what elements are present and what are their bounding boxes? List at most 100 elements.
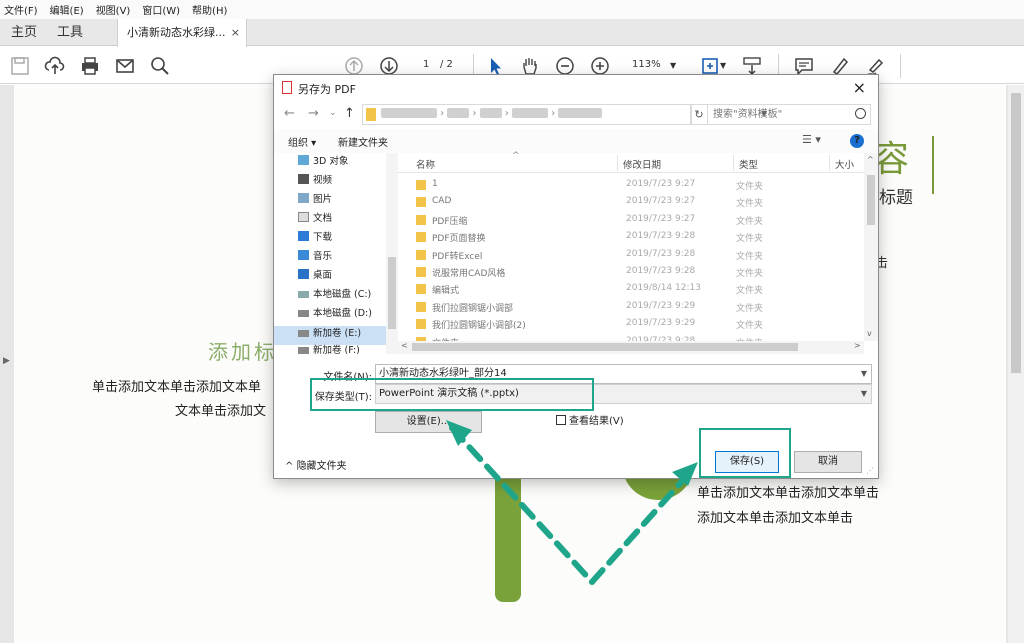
menu-file[interactable]: 文件(F)	[4, 2, 38, 17]
nav-item-videos[interactable]: 视频	[298, 172, 332, 190]
print-icon[interactable]	[79, 55, 101, 77]
sort-up-chevron-icon: ^	[512, 151, 520, 161]
filename-dropdown-icon[interactable]: ▼	[861, 365, 867, 383]
save-icon[interactable]	[9, 55, 31, 77]
command-bar: 组织 ▾ 新建文件夹 ☰ ▾ ?	[274, 129, 878, 153]
organize-button[interactable]: 组织 ▾	[288, 134, 316, 149]
column-name[interactable]: 名称	[416, 157, 435, 171]
file-name: 说服常用CAD风格	[432, 269, 506, 279]
column-date[interactable]: 修改日期	[623, 157, 661, 171]
document-scrollbar[interactable]	[1008, 85, 1024, 643]
settings-button[interactable]: 设置(E)...	[375, 411, 482, 433]
nav-item-music[interactable]: 音乐	[298, 248, 332, 266]
menu-bar: 文件(F) 编辑(E) 视图(V) 窗口(W) 帮助(H)	[0, 0, 1024, 19]
file-scrollbar[interactable]: ^ v	[864, 153, 878, 341]
fit-dropdown-chevron-icon[interactable]: ▼	[720, 61, 726, 70]
recent-chevron-icon[interactable]: ⌄	[329, 108, 337, 118]
nav-scrollbar[interactable]	[386, 153, 398, 354]
menu-help[interactable]: 帮助(H)	[192, 2, 227, 17]
file-row[interactable]: 编辑式 2019/8/14 12:13 文件夹	[416, 281, 856, 298]
folder-icon	[416, 301, 426, 312]
page-current[interactable]: 1	[423, 59, 429, 70]
nav-item-drive-f[interactable]: 新加卷 (F:)	[298, 344, 360, 354]
nav-item-3d-objects[interactable]: 3D 对象	[298, 153, 348, 171]
help-icon[interactable]: ?	[850, 134, 864, 148]
up-arrow-icon[interactable]: ↑	[344, 106, 355, 121]
nav-item-pictures[interactable]: 图片	[298, 191, 332, 209]
menu-view[interactable]: 视图(V)	[96, 2, 131, 17]
nav-item-documents[interactable]: 文档	[298, 210, 332, 228]
file-row[interactable]: CAD 2019/7/23 9:27 文件夹	[416, 194, 856, 211]
nav-item-drive-e[interactable]: 新加卷 (E:)	[298, 325, 361, 343]
file-date: 2019/8/14 12:13	[626, 283, 701, 294]
file-date: 2019/7/23 9:28	[626, 248, 696, 259]
column-type[interactable]: 类型	[739, 157, 758, 171]
tab-home[interactable]: 主页	[11, 19, 37, 46]
tab-document[interactable]: 小清新动态水彩绿... ×	[117, 19, 247, 47]
file-row[interactable]: 我们拉圆钢锯小调部(2) 2019/7/23 9:29 文件夹	[416, 316, 856, 333]
view-options-icon[interactable]: ☰ ▾	[802, 133, 821, 146]
view-results-label[interactable]: 查看结果(V)	[569, 412, 624, 427]
menu-edit[interactable]: 编辑(E)	[50, 2, 84, 17]
folder-icon	[416, 180, 426, 190]
search-icon[interactable]	[149, 55, 171, 77]
file-type: 文件夹	[736, 303, 764, 314]
tab-tools[interactable]: 工具	[57, 19, 83, 46]
hide-folders-toggle[interactable]: ^ 隐藏文件夹	[285, 457, 347, 472]
forward-arrow-icon[interactable]: →	[308, 106, 319, 121]
save-highlight-box	[699, 428, 791, 478]
new-folder-button[interactable]: 新建文件夹	[338, 134, 388, 149]
file-row[interactable]: 1 2019/7/23 9:27 文件夹	[416, 177, 856, 194]
address-bar[interactable]: › › › › ▼	[362, 104, 767, 125]
filetype-dropdown-icon[interactable]: ▼	[861, 385, 867, 403]
file-name: 我们拉圆钢锯小调部(2)	[432, 321, 526, 332]
upload-cloud-icon[interactable]	[44, 55, 66, 77]
file-date: 2019/7/23 9:28	[626, 266, 696, 276]
file-hscrollbar[interactable]: < >	[398, 341, 864, 354]
file-list-pane: 名称 ^ 修改日期 类型 大小 1 2019/7/23 9:27 文件夹 CAD 201…	[398, 151, 878, 354]
nav-item-drive-d[interactable]: 本地磁盘 (D:)	[298, 305, 372, 323]
cancel-button[interactable]: 取消	[794, 451, 862, 473]
slide-title-left: 添加标	[208, 340, 277, 364]
mail-icon[interactable]	[114, 55, 136, 77]
nav-item-downloads[interactable]: 下载	[298, 229, 332, 247]
file-row[interactable]: PDF压缩 2019/7/23 9:27 文件夹	[416, 212, 856, 229]
menu-window[interactable]: 窗口(W)	[142, 2, 180, 17]
slide-text-left-1: 单击添加文本单击添加文本单	[92, 380, 262, 395]
file-type: 文件夹	[736, 216, 764, 227]
dialog-search-input[interactable]: 搜索"资料模板"	[707, 104, 871, 125]
nav-item-drive-c[interactable]: 本地磁盘 (C:)	[298, 286, 371, 304]
expand-left-panel-icon[interactable]: ▶	[3, 356, 10, 366]
folder-icon	[416, 249, 426, 260]
file-scroll-thumb[interactable]	[867, 175, 875, 225]
dialog-close-icon[interactable]: ×	[853, 78, 866, 97]
file-row[interactable]: PDF转Excel 2019/7/23 9:28 文件夹	[416, 247, 856, 264]
resize-grip-icon[interactable]: ⋰	[866, 466, 874, 475]
scroll-thumb[interactable]	[1011, 93, 1021, 373]
refresh-icon[interactable]: ↻	[690, 104, 708, 125]
view-results-checkbox[interactable]	[556, 415, 566, 425]
scroll-down-chevron-icon[interactable]: v	[867, 329, 872, 338]
file-row[interactable]: 说服常用CAD风格 2019/7/23 9:28 文件夹	[416, 264, 856, 281]
nav-item-desktop[interactable]: 桌面	[298, 267, 332, 285]
file-date: 2019/7/23 9:29	[626, 318, 696, 329]
slide-green-bar	[495, 478, 521, 602]
tab-document-label: 小清新动态水彩绿...	[127, 26, 226, 39]
file-name: CAD	[432, 196, 452, 207]
scroll-left-chevron-icon[interactable]: <	[401, 341, 408, 350]
file-row[interactable]: 我们拉圆钢锯小调部 2019/7/23 9:29 文件夹	[416, 299, 856, 316]
folder-icon	[416, 232, 426, 243]
folder-icon	[366, 108, 376, 121]
scroll-right-chevron-icon[interactable]: >	[854, 341, 861, 350]
scroll-up-chevron-icon[interactable]: ^	[867, 155, 874, 164]
zoom-level[interactable]: 113%	[632, 59, 661, 70]
file-type: 文件夹	[736, 269, 764, 279]
column-size[interactable]: 大小	[835, 157, 854, 171]
zoom-dropdown-chevron-icon[interactable]: ▼	[670, 61, 676, 70]
folder-icon	[416, 284, 426, 295]
nav-scroll-thumb[interactable]	[388, 257, 396, 329]
file-row[interactable]: PDF页面替换 2019/7/23 9:28 文件夹	[416, 229, 856, 246]
tab-close-icon[interactable]: ×	[231, 19, 240, 46]
back-arrow-icon[interactable]: ←	[284, 106, 295, 121]
file-hscroll-thumb[interactable]	[412, 343, 798, 351]
